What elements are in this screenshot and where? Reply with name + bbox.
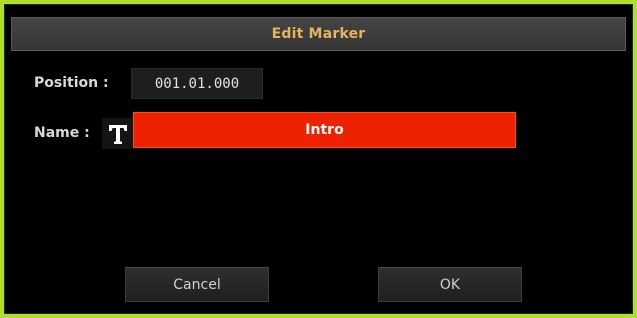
position-field[interactable]: 001.01.000: [131, 68, 263, 99]
cancel-button[interactable]: Cancel: [125, 267, 269, 302]
dialog-title: Edit Marker: [271, 26, 366, 42]
name-field[interactable]: Intro: [133, 112, 516, 148]
dialog-body: Edit Marker Position : 001.01.000 Name :…: [4, 4, 633, 314]
text-edit-icon[interactable]: [102, 118, 134, 149]
dialog-titlebar: Edit Marker: [11, 17, 626, 51]
name-label: Name :: [34, 125, 90, 141]
text-T-icon: [109, 124, 127, 144]
ok-button[interactable]: OK: [378, 267, 522, 302]
position-label: Position :: [34, 75, 109, 91]
edit-marker-dialog: Edit Marker Position : 001.01.000 Name :…: [0, 0, 637, 318]
